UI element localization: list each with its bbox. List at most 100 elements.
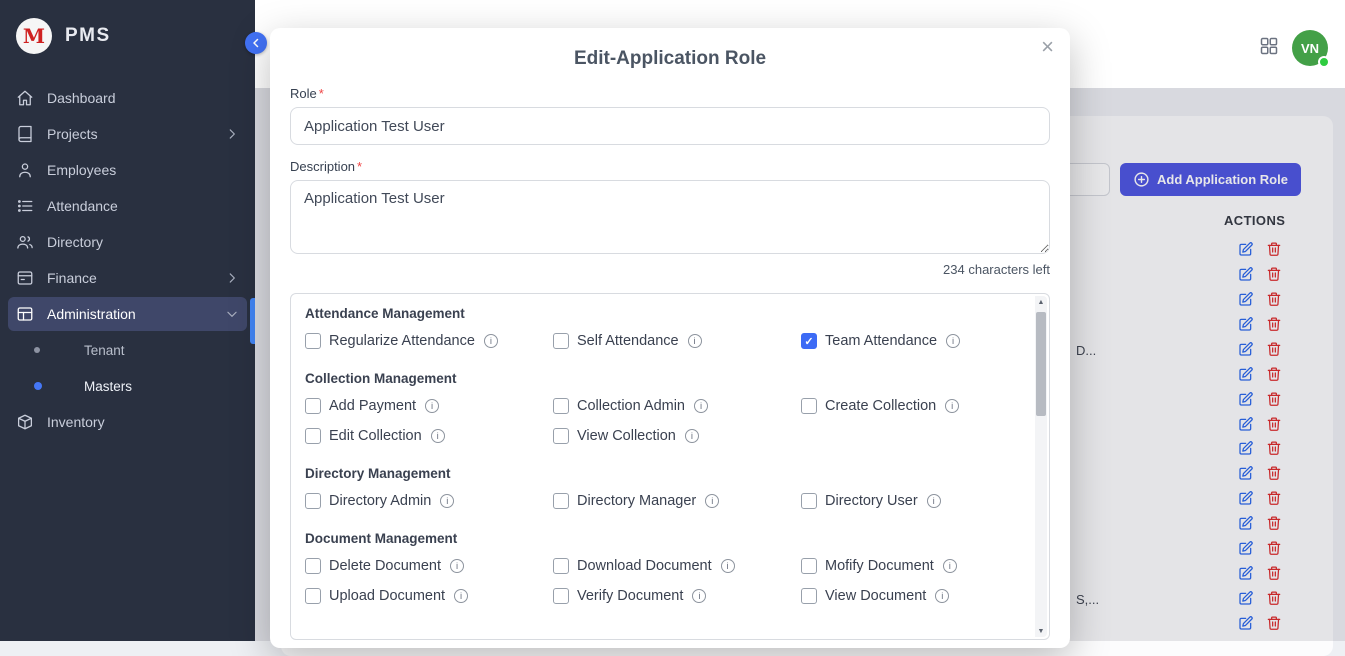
- sidebar-collapse-button[interactable]: [245, 32, 267, 54]
- checkbox-unchecked[interactable]: [553, 493, 569, 509]
- modal-body: Role* Description* Application Test User…: [270, 70, 1070, 640]
- info-icon[interactable]: i: [945, 399, 959, 413]
- sidebar-item-administration[interactable]: Administration: [8, 297, 247, 331]
- sidebar-item-dashboard[interactable]: Dashboard: [0, 80, 255, 116]
- permission-mofify-document[interactable]: Mofify Documenti: [801, 558, 1019, 574]
- info-icon[interactable]: i: [688, 334, 702, 348]
- checkbox-unchecked[interactable]: [553, 588, 569, 604]
- checkbox-unchecked[interactable]: [305, 428, 321, 444]
- sidebar-item-label: Projects: [47, 126, 212, 142]
- sidebar-subitem-tenant[interactable]: Tenant: [0, 332, 255, 368]
- required-marker: *: [357, 159, 362, 174]
- permission-download-document[interactable]: Download Documenti: [553, 558, 801, 574]
- checkbox-unchecked[interactable]: [553, 558, 569, 574]
- description-textarea[interactable]: Application Test User: [290, 180, 1050, 254]
- sidebar-item-label: Attendance: [47, 198, 239, 214]
- sidebar-subitem-label: Tenant: [84, 343, 125, 358]
- role-input[interactable]: [290, 107, 1050, 145]
- permission-label: Delete Document: [329, 558, 441, 574]
- permission-label: Directory User: [825, 493, 918, 509]
- permission-add-payment[interactable]: Add Payment i: [305, 398, 553, 414]
- scroll-up-icon[interactable]: ▲: [1035, 296, 1047, 308]
- permission-verify-document[interactable]: Verify Documenti: [553, 588, 801, 604]
- permission-group-title: Document Management: [305, 531, 1019, 546]
- checkbox-unchecked[interactable]: [305, 333, 321, 349]
- checkbox-unchecked[interactable]: [553, 428, 569, 444]
- close-icon[interactable]: ×: [1041, 36, 1054, 58]
- scroll-down-icon[interactable]: ▼: [1035, 625, 1047, 637]
- permission-create-collection[interactable]: Create Collectioni: [801, 398, 1019, 414]
- checkbox-unchecked[interactable]: [553, 333, 569, 349]
- inventory-icon: [16, 413, 34, 431]
- app-logo: M PMS: [0, 0, 255, 72]
- info-icon[interactable]: i: [694, 399, 708, 413]
- sidebar-item-label: Directory: [47, 234, 239, 250]
- checkbox-unchecked[interactable]: [801, 588, 817, 604]
- sidebar-item-label: Administration: [47, 306, 212, 322]
- sidebar-item-label: Dashboard: [47, 90, 239, 106]
- permission-directory-user[interactable]: Directory User i: [801, 493, 1019, 509]
- info-icon[interactable]: i: [431, 429, 445, 443]
- sidebar-subitem-masters[interactable]: Masters: [0, 368, 255, 404]
- sidebar-item-finance[interactable]: Finance: [0, 260, 255, 296]
- permission-regularize-attendance[interactable]: Regularize Attendancei: [305, 333, 553, 349]
- permission-label: Add Payment: [329, 398, 416, 414]
- info-icon[interactable]: i: [440, 494, 454, 508]
- permission-group-title: Directory Management: [305, 466, 1019, 481]
- permission-directory-admin[interactable]: Directory Admini: [305, 493, 553, 509]
- permission-team-attendance[interactable]: ✓Team Attendancei: [801, 333, 1019, 349]
- permission-label: Upload Document: [329, 588, 445, 604]
- checkbox-unchecked[interactable]: [305, 558, 321, 574]
- sidebar-item-projects[interactable]: Projects: [0, 116, 255, 152]
- dashboard-icon: [16, 89, 34, 107]
- online-status-dot: [1318, 56, 1330, 68]
- sidebar-item-employees[interactable]: Employees: [0, 152, 255, 188]
- info-icon[interactable]: i: [721, 559, 735, 573]
- sidebar: M PMS Dashboard Projects Employees Attendan…: [0, 0, 255, 641]
- permission-collection-admin[interactable]: Collection Admini: [553, 398, 801, 414]
- info-icon[interactable]: i: [484, 334, 498, 348]
- scrollbar-thumb[interactable]: [1036, 312, 1046, 416]
- permission-group: Collection ManagementAdd PaymentiCollect…: [305, 371, 1019, 444]
- scrollbar[interactable]: ▲ ▼: [1035, 296, 1047, 637]
- permission-delete-document[interactable]: Delete Document i: [305, 558, 553, 574]
- info-icon[interactable]: i: [946, 334, 960, 348]
- permission-view-collection[interactable]: View Collectioni: [553, 428, 801, 444]
- logo-icon: M: [16, 18, 52, 54]
- sidebar-item-directory[interactable]: Directory: [0, 224, 255, 260]
- info-icon[interactable]: i: [692, 589, 706, 603]
- checkbox-unchecked[interactable]: [305, 588, 321, 604]
- info-icon[interactable]: i: [705, 494, 719, 508]
- checkbox-unchecked[interactable]: [801, 493, 817, 509]
- permission-view-document[interactable]: View Documenti: [801, 588, 1019, 604]
- info-icon[interactable]: i: [927, 494, 941, 508]
- info-icon[interactable]: i: [454, 589, 468, 603]
- info-icon[interactable]: i: [935, 589, 949, 603]
- characters-left: 234 characters left: [290, 262, 1050, 277]
- employees-icon: [16, 161, 34, 179]
- info-icon[interactable]: i: [943, 559, 957, 573]
- avatar[interactable]: VN: [1292, 30, 1328, 66]
- permission-label: Directory Manager: [577, 493, 696, 509]
- info-icon[interactable]: i: [425, 399, 439, 413]
- checkbox-checked[interactable]: ✓: [801, 333, 817, 349]
- permission-upload-document[interactable]: Upload Document i: [305, 588, 553, 604]
- description-label: Description*: [290, 159, 1050, 174]
- checkbox-unchecked[interactable]: [801, 398, 817, 414]
- checkbox-unchecked[interactable]: [305, 493, 321, 509]
- permission-self-attendance[interactable]: Self Attendancei: [553, 333, 801, 349]
- sidebar-item-label: Finance: [47, 270, 212, 286]
- checkbox-unchecked[interactable]: [801, 558, 817, 574]
- permission-edit-collection[interactable]: Edit Collectioni: [305, 428, 553, 444]
- permission-directory-manager[interactable]: Directory Manager i: [553, 493, 801, 509]
- sidebar-item-attendance[interactable]: Attendance: [0, 188, 255, 224]
- inactive-dot-icon: [34, 347, 40, 353]
- info-icon[interactable]: i: [685, 429, 699, 443]
- apps-grid-icon[interactable]: [1259, 36, 1279, 56]
- edit-application-role-modal: × Edit-Application Role Role* Descriptio…: [270, 28, 1070, 648]
- checkbox-unchecked[interactable]: [553, 398, 569, 414]
- info-icon[interactable]: i: [450, 559, 464, 573]
- sidebar-item-inventory[interactable]: Inventory: [0, 404, 255, 440]
- checkbox-unchecked[interactable]: [305, 398, 321, 414]
- chevron-right-icon: [225, 271, 239, 285]
